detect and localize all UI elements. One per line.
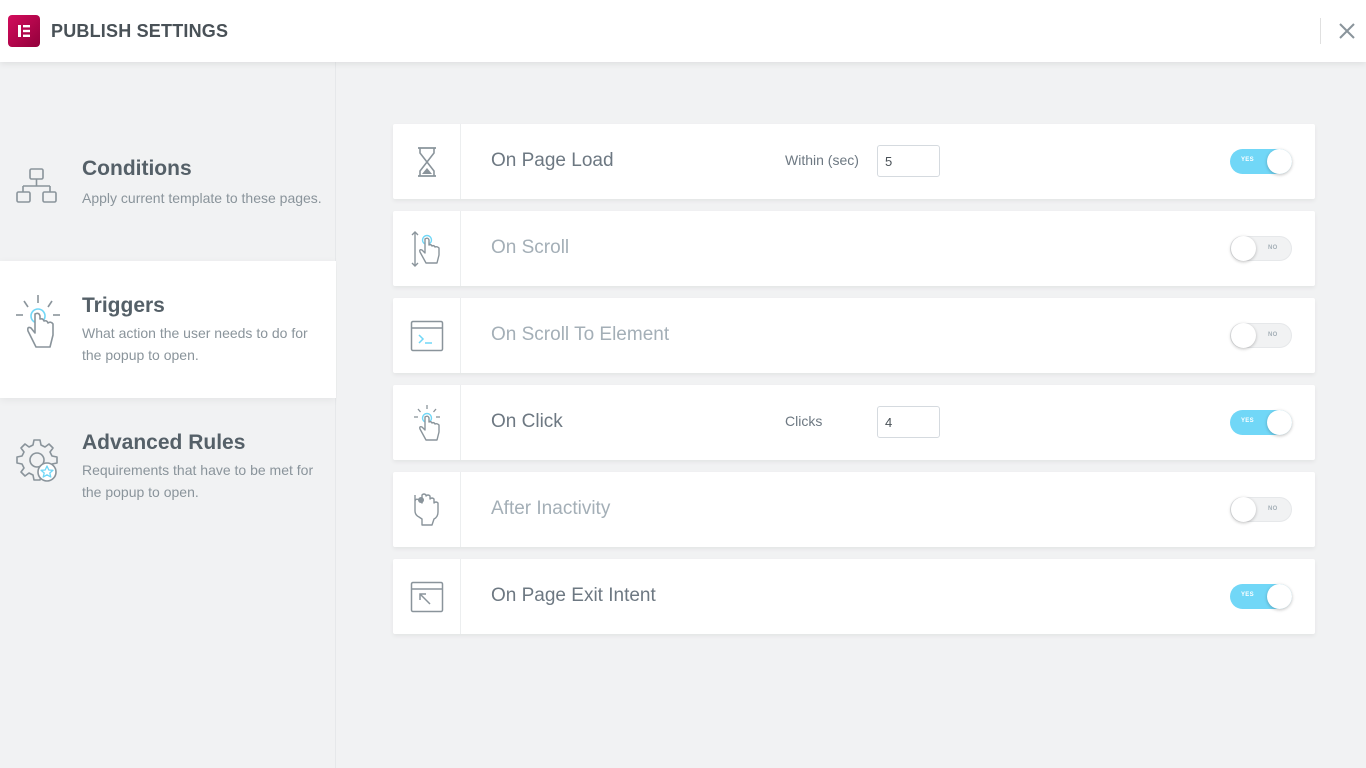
trigger-row-on-scroll-to-element: On Scroll To Element NO	[393, 298, 1315, 373]
toggle-text: YES	[1241, 157, 1254, 163]
toggle-text: YES	[1241, 592, 1254, 598]
sidebar-item-description: Apply current template to these pages.	[82, 190, 322, 206]
close-button[interactable]	[1334, 18, 1360, 44]
toggle-text: NO	[1268, 332, 1278, 338]
trigger-toggle[interactable]: YES	[1230, 149, 1292, 174]
trigger-row-on-page-load: On Page Load Within (sec) YES	[393, 124, 1315, 199]
sidebar-item-title: Conditions	[82, 157, 192, 180]
toggle-knob	[1267, 410, 1292, 435]
inactivity-hand-icon	[393, 472, 461, 547]
hourglass-icon	[393, 124, 461, 199]
trigger-toggle[interactable]: NO	[1230, 497, 1292, 522]
sidebar-item-description: What action the user needs to do for the…	[82, 325, 308, 363]
header: PUBLISH SETTINGS	[0, 0, 1366, 62]
sidebar: Conditions Apply current template to the…	[0, 62, 336, 768]
scroll-hand-icon	[393, 211, 461, 286]
toggle-knob	[1231, 236, 1256, 261]
sidebar-item-conditions[interactable]: Conditions Apply current template to the…	[0, 124, 336, 261]
toggle-knob	[1231, 323, 1256, 348]
toggle-text: NO	[1268, 506, 1278, 512]
trigger-toggle[interactable]: YES	[1230, 410, 1292, 435]
trigger-label: On Page Load	[491, 150, 614, 171]
divider	[1320, 18, 1321, 44]
close-icon	[1339, 23, 1355, 39]
tap-icon	[12, 291, 62, 353]
trigger-toggle[interactable]: YES	[1230, 584, 1292, 609]
trigger-row-after-inactivity: After Inactivity NO	[393, 472, 1315, 547]
sidebar-item-triggers[interactable]: Triggers What action the user needs to d…	[0, 261, 336, 398]
trigger-toggle[interactable]: NO	[1230, 323, 1292, 348]
sidebar-item-description: Requirements that have to be met for the…	[82, 462, 314, 500]
page-title: PUBLISH SETTINGS	[51, 21, 229, 41]
field-label: Within (sec)	[785, 152, 859, 168]
within-seconds-input[interactable]	[877, 145, 940, 177]
trigger-label: After Inactivity	[491, 498, 611, 519]
toggle-text: YES	[1241, 418, 1254, 424]
field-label: Clicks	[785, 413, 823, 429]
sidebar-item-title: Triggers	[82, 294, 165, 317]
triggers-panel: On Page Load Within (sec) YES On Scroll …	[337, 62, 1366, 768]
clicks-input[interactable]	[877, 406, 940, 438]
toggle-knob	[1231, 497, 1256, 522]
trigger-label: On Scroll	[491, 237, 570, 258]
exit-window-icon	[393, 559, 461, 634]
trigger-row-on-click: On Click Clicks YES	[393, 385, 1315, 460]
sitemap-icon	[12, 161, 62, 223]
click-hand-icon	[393, 385, 461, 460]
trigger-toggle[interactable]: NO	[1230, 236, 1292, 261]
toggle-knob	[1267, 584, 1292, 609]
trigger-row-on-scroll: On Scroll NO	[393, 211, 1315, 286]
gear-star-icon	[12, 432, 62, 494]
toggle-knob	[1267, 149, 1292, 174]
sidebar-item-advanced-rules[interactable]: Advanced Rules Requirements that have to…	[0, 398, 336, 535]
trigger-label: On Page Exit Intent	[491, 585, 656, 606]
trigger-label: On Scroll To Element	[491, 324, 670, 345]
toggle-text: NO	[1268, 245, 1278, 251]
elementor-logo-icon	[8, 15, 40, 47]
trigger-row-on-page-exit-intent: On Page Exit Intent YES	[393, 559, 1315, 634]
terminal-window-icon	[393, 298, 461, 373]
trigger-label: On Click	[491, 411, 563, 432]
sidebar-item-title: Advanced Rules	[82, 431, 246, 454]
